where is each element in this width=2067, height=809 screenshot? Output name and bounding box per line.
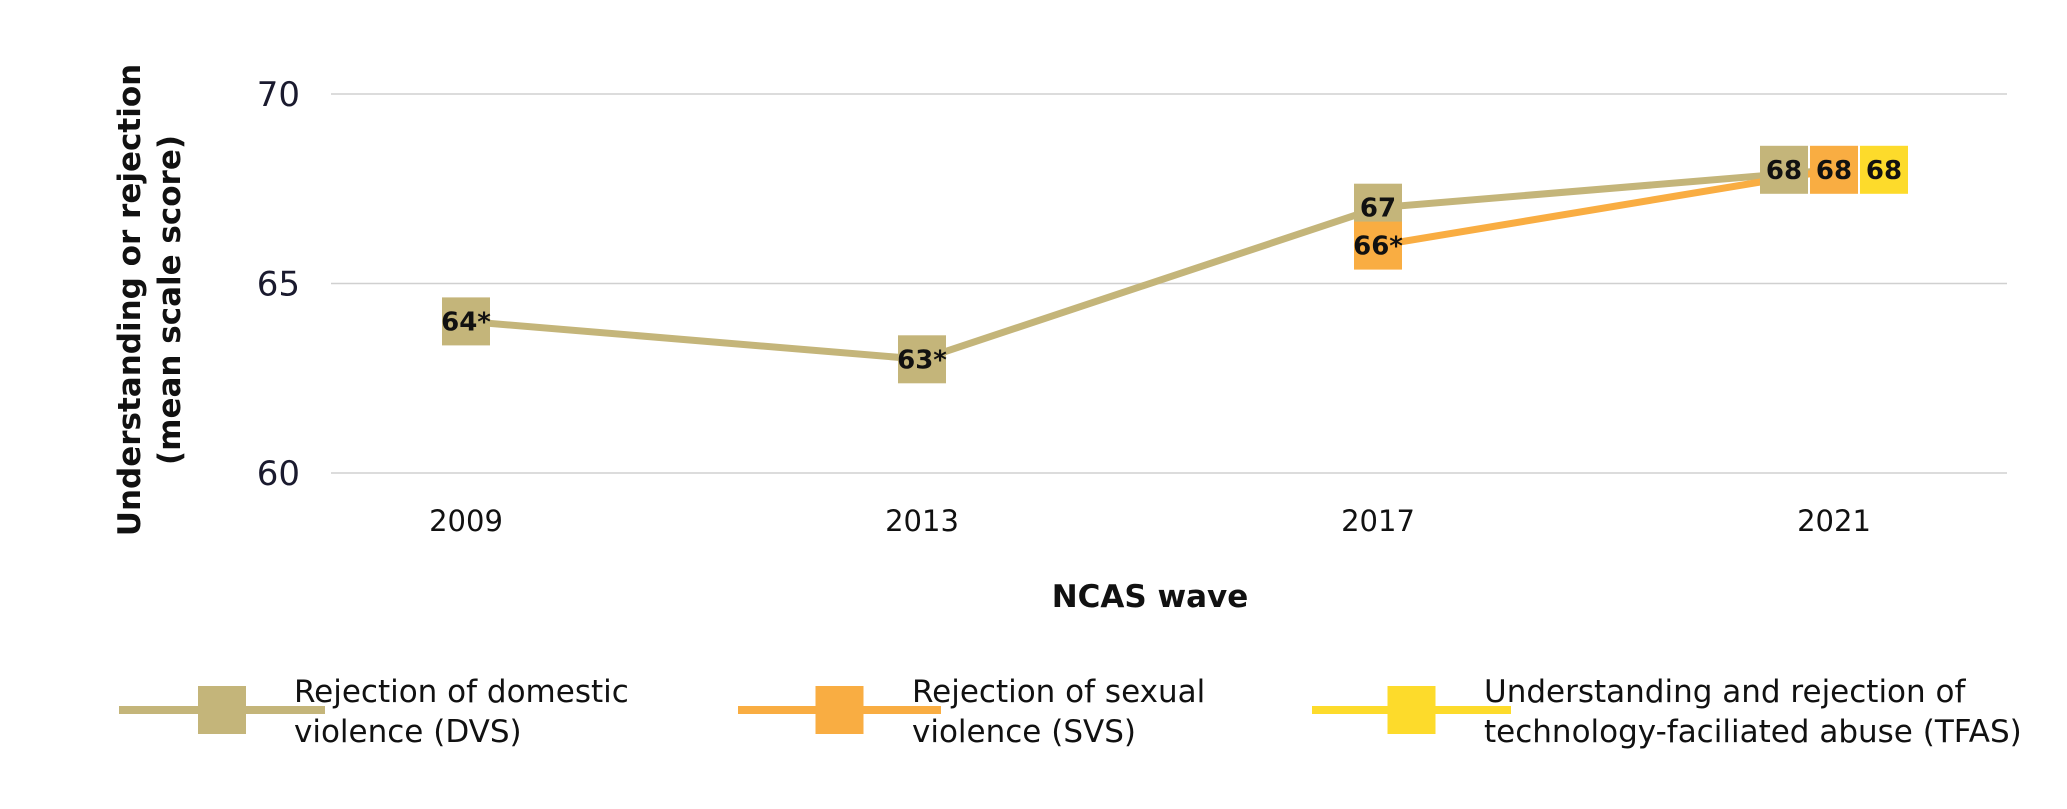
data-label: 68: [1766, 156, 1802, 186]
x-tick-label: 2013: [885, 504, 959, 538]
data-label: 67: [1360, 194, 1396, 224]
legend-label-line1: Rejection of sexual: [912, 674, 1205, 710]
x-tick-label: 2021: [1797, 504, 1871, 538]
data-label: 68: [1866, 156, 1902, 186]
legend-marker: [1387, 686, 1436, 734]
legend-label-line2: technology-faciliated abuse (TFAS): [1484, 714, 2022, 750]
legend-label-line1: Understanding and rejection of: [1484, 674, 1966, 710]
y-axis-title-line2: (mean scale score): [152, 135, 188, 465]
y-tick-label: 70: [257, 75, 300, 115]
y-tick-label: 60: [257, 454, 300, 494]
data-label: 68: [1816, 156, 1852, 186]
data-label: 64*: [441, 307, 491, 337]
line-chart: 60 65 70 2009 2013 2017 2021 NCAS wave Unders…: [112, 64, 2022, 750]
legend-label-line1: Rejection of domestic: [294, 674, 629, 710]
x-tick-label: 2009: [429, 504, 503, 538]
legend-label-line2: violence (SVS): [912, 714, 1136, 750]
x-tick-label: 2017: [1341, 504, 1415, 538]
data-label: 66*: [1353, 232, 1403, 262]
legend-marker: [815, 686, 864, 734]
series-line: [465, 166, 1835, 363]
legend-label-line2: violence (DVS): [294, 714, 522, 750]
legend-marker: [198, 686, 246, 734]
x-axis-title: NCAS wave: [1052, 579, 1249, 615]
y-tick-label: 65: [257, 265, 300, 305]
y-axis-title-line1: Understanding or rejection: [112, 64, 148, 536]
data-label: 63*: [897, 345, 947, 375]
